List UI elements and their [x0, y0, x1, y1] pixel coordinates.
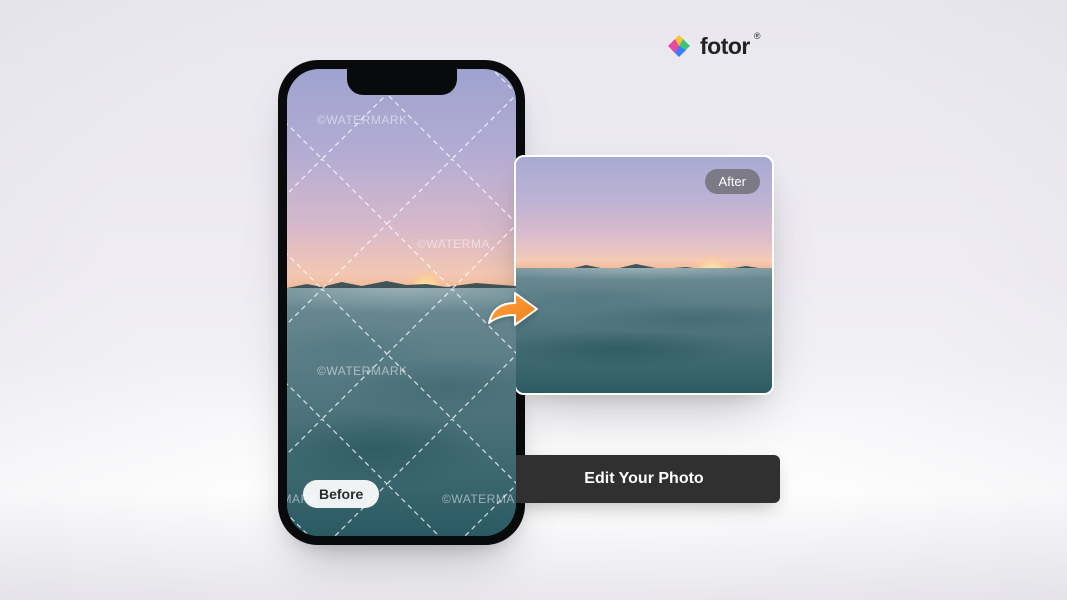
registered-mark: ® — [754, 31, 761, 41]
after-image-panel: After — [514, 155, 774, 395]
before-badge: Before — [303, 480, 379, 508]
watermark-text: ©WATERMARK — [317, 364, 408, 378]
phone-screen-before: ©WATERMARK ©WATERMA ©WATERMARK ©WATERMA … — [287, 69, 516, 536]
watermark-text: ©WATERMARK — [317, 113, 408, 127]
fotor-logo-text: fotor — [700, 33, 750, 60]
phone-notch — [347, 69, 457, 95]
fotor-logo: fotor ® — [666, 31, 765, 61]
watermark-text: ©WATERMA — [442, 492, 515, 506]
edit-photo-button[interactable]: Edit Your Photo — [508, 455, 780, 503]
watermark-text: ©WATERMA — [417, 237, 490, 251]
transform-arrow-icon — [485, 289, 541, 329]
fotor-logo-icon — [666, 33, 692, 59]
ocean-water — [516, 268, 772, 393]
watermark-grid — [287, 69, 516, 536]
after-badge: After — [705, 169, 760, 194]
